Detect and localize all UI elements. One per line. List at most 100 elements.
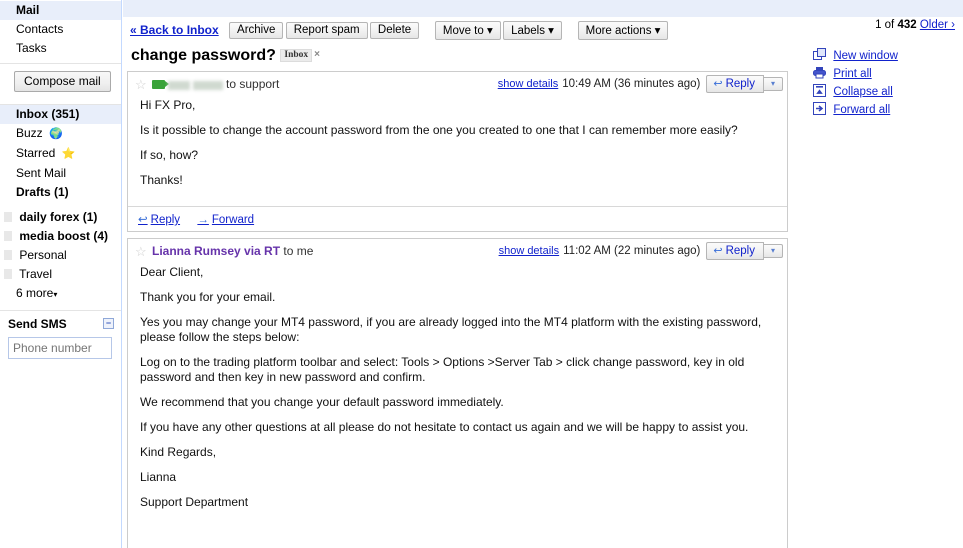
- move-to-button[interactable]: Move to ▾: [434, 21, 501, 40]
- message-timestamp: 10:49 AM (36 minutes ago): [562, 78, 701, 91]
- sidebar-app-contacts[interactable]: Contacts: [0, 20, 121, 39]
- message-body: Dear Client, Thank you for your email. Y…: [128, 261, 787, 548]
- sidebar-label-personal[interactable]: Personal: [0, 246, 121, 265]
- message-blank-line: [140, 520, 775, 540]
- sidebar-app-mail[interactable]: Mail: [0, 1, 121, 20]
- reply-button[interactable]: ↩ Reply: [706, 242, 764, 260]
- footer-reply-button[interactable]: ↩ Reply: [138, 214, 180, 226]
- star-icon[interactable]: ☆: [135, 77, 147, 93]
- message-recipient: to support: [226, 77, 280, 91]
- send-sms-header: Send SMS −: [0, 310, 121, 335]
- sidebar-label-text: Travel: [19, 267, 53, 281]
- message-paragraph: If so, how?: [140, 148, 199, 162]
- sidebar-item-sent-mail[interactable]: Sent Mail: [0, 164, 121, 183]
- labels-button[interactable]: Labels ▾: [503, 21, 562, 40]
- remove-label-icon[interactable]: ×: [314, 49, 320, 60]
- sidebar-label-travel[interactable]: Travel: [0, 265, 121, 284]
- video-chat-icon: [152, 80, 169, 90]
- message-paragraph: Yes you may change your MT4 password, if…: [140, 315, 762, 344]
- message-sender: Lianna Rumsey via RT to me: [152, 244, 313, 258]
- reply-button-label: Reply: [725, 245, 755, 257]
- reply-button[interactable]: ↩ Reply: [706, 75, 764, 93]
- sidebar-label-daily-forex[interactable]: daily forex (1): [0, 208, 121, 227]
- message-timestamp: 11:02 AM (22 minutes ago): [563, 245, 701, 258]
- sidebar-app-tasks[interactable]: Tasks: [0, 39, 121, 58]
- message-list: ☆ to support show details 10:49 AM (36 mi…: [127, 71, 788, 548]
- message-header-actions: show details 10:49 AM (36 minutes ago) ↩ Re…: [498, 75, 783, 93]
- footer-reply-label: Reply: [150, 214, 181, 226]
- sidebar-label-text: media boost (4): [19, 229, 109, 243]
- counter-total: 432: [897, 19, 917, 31]
- compose-mail-button[interactable]: Compose mail: [14, 71, 111, 92]
- sms-phone-input[interactable]: [8, 337, 112, 359]
- inbox-label-pill[interactable]: Inbox: [280, 49, 313, 62]
- sidebar-item-label: Drafts (1): [16, 185, 69, 199]
- reply-options-caret-icon[interactable]: ▾: [763, 244, 783, 258]
- message-paragraph: Lianna: [140, 470, 177, 484]
- message-footer-actions: ↩ Reply → Forward: [128, 206, 787, 231]
- forward-arrow-icon: →: [197, 214, 209, 226]
- report-spam-button[interactable]: Report spam: [285, 22, 368, 39]
- send-sms-title: Send SMS: [8, 317, 67, 331]
- sidebar-app-label: Contacts: [16, 22, 64, 36]
- sender-name-redacted: [168, 78, 226, 92]
- label-color-chip: [4, 269, 12, 279]
- print-all-link[interactable]: Print all: [833, 68, 871, 80]
- show-details-link[interactable]: show details: [499, 245, 560, 257]
- compose-area: Compose mail: [0, 64, 121, 99]
- message-paragraph: Kind Regards,: [140, 445, 217, 459]
- sidebar-item-inbox[interactable]: Inbox (351): [0, 105, 121, 124]
- back-to-inbox-link[interactable]: « Back to Inbox: [130, 23, 219, 37]
- more-labels-text: 6 more: [16, 286, 54, 300]
- reply-arrow-icon: ↩: [138, 214, 148, 226]
- message-paragraph: Thanks!: [140, 173, 183, 187]
- sidebar-item-starred[interactable]: Starred ⭐: [0, 144, 121, 164]
- buzz-icon: 🌍: [46, 128, 63, 140]
- gmail-conversation-view: Mail Contacts Tasks Compose mail Inbox (…: [0, 0, 963, 548]
- message-paragraph: If you have any other questions at all p…: [140, 420, 749, 434]
- message-sender: to support: [152, 77, 279, 92]
- reply-arrow-icon: ↩: [713, 78, 723, 90]
- counter-prefix: 1 of: [875, 19, 898, 31]
- message-paragraph: Log on to the trading platform toolbar a…: [140, 355, 745, 384]
- footer-forward-button[interactable]: → Forward: [197, 214, 254, 226]
- message-header: ☆ Lianna Rumsey via RT to me show detail…: [128, 239, 787, 261]
- forward-all-link[interactable]: Forward all: [833, 104, 890, 116]
- message-header-actions: show details 11:02 AM (22 minutes ago) ↩ Re…: [499, 242, 783, 260]
- sidebar-item-drafts[interactable]: Drafts (1): [0, 183, 121, 202]
- message-body: Hi FX Pro, Is it possible to change the …: [128, 94, 787, 206]
- collapse-all-link[interactable]: Collapse all: [833, 86, 892, 98]
- app-switcher: Mail Contacts Tasks: [0, 0, 121, 58]
- collapse-all-row[interactable]: Collapse all: [803, 82, 963, 100]
- folder-list: Inbox (351) Buzz 🌍 Starred ⭐ Sent Mail D…: [0, 105, 121, 202]
- forward-icon: [813, 102, 826, 115]
- reply-button-label: Reply: [725, 78, 755, 90]
- delete-button[interactable]: Delete: [369, 22, 420, 39]
- new-window-link[interactable]: New window: [833, 50, 898, 62]
- new-window-row[interactable]: New window: [803, 46, 963, 64]
- print-all-row[interactable]: Print all: [803, 64, 963, 82]
- archive-button[interactable]: Archive: [229, 22, 284, 39]
- sidebar: Mail Contacts Tasks Compose mail Inbox (…: [0, 0, 122, 548]
- message-paragraph: Dear Client,: [140, 265, 204, 279]
- label-color-chip: [4, 212, 12, 222]
- show-details-link[interactable]: show details: [498, 78, 559, 90]
- reply-arrow-icon: ↩: [713, 245, 723, 257]
- sidebar-label-text: Personal: [19, 248, 67, 262]
- sidebar-more-labels[interactable]: 6 more▾: [0, 284, 121, 306]
- star-icon[interactable]: ☆: [135, 244, 147, 260]
- message-paragraph: Thank you for your email.: [140, 290, 276, 304]
- message-item: ☆ Lianna Rumsey via RT to me show detail…: [127, 238, 788, 548]
- star-icon: ⭐: [58, 148, 76, 160]
- label-list: daily forex (1) media boost (4) Personal…: [0, 208, 121, 306]
- more-actions-button[interactable]: More actions ▾: [577, 21, 669, 40]
- sidebar-label-media-boost[interactable]: media boost (4): [0, 227, 121, 246]
- forward-all-row[interactable]: Forward all: [803, 100, 963, 118]
- older-link[interactable]: Older ›: [920, 19, 955, 31]
- sidebar-item-buzz[interactable]: Buzz 🌍: [0, 124, 121, 144]
- sidebar-app-label: Tasks: [16, 41, 47, 55]
- chevron-down-icon: ▾: [53, 290, 58, 299]
- collapse-sms-icon[interactable]: −: [103, 318, 114, 329]
- message-item: ☆ to support show details 10:49 AM (36 mi…: [127, 71, 788, 232]
- reply-options-caret-icon[interactable]: ▾: [763, 77, 783, 91]
